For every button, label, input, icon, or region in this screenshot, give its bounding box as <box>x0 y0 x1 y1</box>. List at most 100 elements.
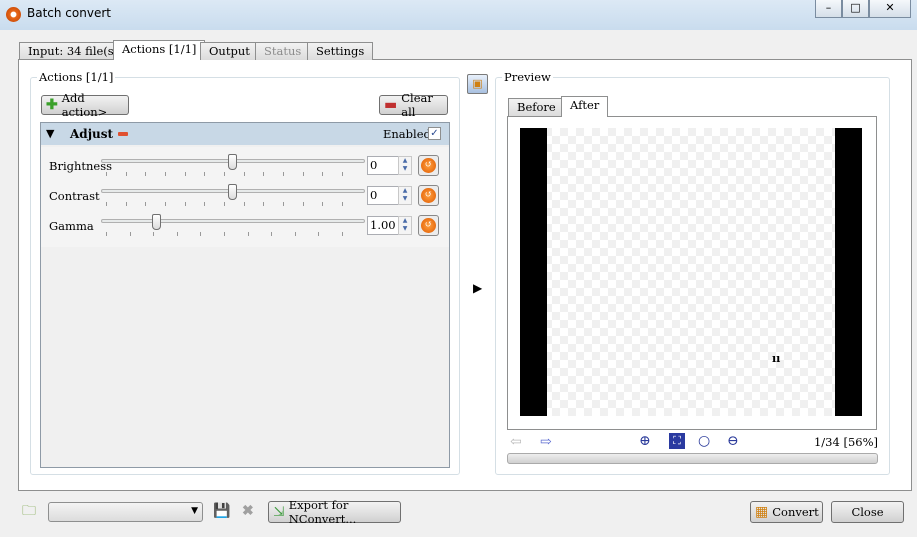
reset-icon: ↺ <box>421 218 436 233</box>
app-logo-icon <box>6 7 21 22</box>
brightness-input[interactable]: 0 <box>367 156 399 175</box>
slider-tick <box>247 232 249 236</box>
window-title: Batch convert <box>27 6 111 20</box>
slider-tick <box>263 172 265 176</box>
enabled-checkbox[interactable]: ✓ <box>428 127 441 140</box>
slider-label: Gamma <box>49 219 94 233</box>
clear-all-label: Clear all <box>401 91 433 119</box>
tab-status: Status <box>255 42 311 60</box>
slider-tick <box>165 172 166 176</box>
save-icon[interactable]: 💾 <box>213 503 230 519</box>
slider-tick <box>342 202 343 206</box>
preview-image-left-bar <box>520 128 547 416</box>
slider-tick <box>302 202 304 206</box>
slider-tick <box>283 202 284 206</box>
slider-tick <box>302 172 304 176</box>
open-folder-icon[interactable]: 🗀 <box>22 503 36 519</box>
slider-tick <box>184 202 186 206</box>
slider-tick <box>322 202 324 206</box>
expand-arrow-icon[interactable]: ▶ <box>473 281 482 295</box>
preview-overlay-text: ıı <box>772 352 781 365</box>
slider-tick <box>263 202 265 206</box>
reset-button[interactable]: ↺ <box>418 215 439 236</box>
export-nconvert-button[interactable]: ⇲ Export for NConvert... <box>268 498 401 526</box>
spinner[interactable]: ▲ ▼ <box>398 216 412 235</box>
preset-select[interactable]: ▼ <box>48 502 203 522</box>
slider-tick <box>342 232 343 236</box>
add-action-label: Add action> <box>61 91 108 119</box>
zoom-in-icon[interactable]: ⊕ <box>639 433 651 449</box>
collapse-icon[interactable]: ▼ <box>46 127 54 140</box>
close-window-button[interactable]: ✕ <box>869 0 911 18</box>
tab-actions[interactable]: Actions [1/1] <box>113 40 206 60</box>
slider-tick <box>125 172 127 176</box>
slider-tick <box>224 232 225 236</box>
preview-image-right-bar <box>835 128 862 416</box>
slider-thumb[interactable] <box>151 214 161 230</box>
slider-thumb[interactable] <box>228 154 237 170</box>
tab-settings[interactable]: Settings <box>307 42 374 60</box>
slider-tick <box>165 202 166 206</box>
slider-tick <box>106 232 107 236</box>
clear-icon: ▬ <box>384 97 398 113</box>
slider-tick <box>322 172 324 176</box>
contrast-input[interactable]: 0 <box>367 186 399 205</box>
tab-before[interactable]: Before <box>508 98 565 116</box>
enabled-label: Enabled <box>383 127 431 141</box>
slider-label: Contrast <box>49 189 100 203</box>
export-label: Export for NConvert... <box>288 498 357 526</box>
convert-label: Convert <box>772 505 819 519</box>
preview-image[interactable] <box>520 128 862 416</box>
previous-icon[interactable]: ⇦ <box>510 434 522 450</box>
toggle-preview-button[interactable]: ▣ <box>467 74 488 94</box>
minimize-button[interactable]: – <box>815 0 842 18</box>
slider-tick <box>106 172 107 176</box>
slider-tick <box>243 202 245 206</box>
zoom-actual-icon[interactable]: ○ <box>698 433 710 449</box>
slider-tick <box>129 232 131 236</box>
slider-tick <box>204 202 206 206</box>
slider-thumb[interactable] <box>228 184 237 200</box>
slider-tick <box>145 172 147 176</box>
tab-after[interactable]: After <box>561 96 609 117</box>
slider-tick <box>184 172 186 176</box>
slider-tick <box>224 172 225 176</box>
maximize-button[interactable]: □ <box>842 0 869 18</box>
fit-to-window-icon[interactable]: ⛶ <box>669 433 685 449</box>
actions-group-label: Actions [1/1] <box>37 70 116 84</box>
slider-tick <box>176 232 178 236</box>
gamma-input[interactable]: 1.00 <box>367 216 399 235</box>
add-icon: ✚ <box>46 97 58 113</box>
preview-group-label: Preview <box>502 70 553 84</box>
convert-icon: ▦ <box>755 504 769 520</box>
spinner[interactable]: ▲ ▼ <box>398 186 412 205</box>
slider-tick <box>125 202 127 206</box>
slider-tick <box>271 232 273 236</box>
convert-button[interactable]: ▦ Convert <box>750 501 823 523</box>
reset-icon: ↺ <box>421 158 436 173</box>
slider-tick <box>318 232 320 236</box>
reset-button[interactable]: ↺ <box>418 185 439 206</box>
chevron-down-icon: ▼ <box>191 506 198 516</box>
zoom-out-icon[interactable]: ⊖ <box>727 433 739 449</box>
delete-icon[interactable]: ✖ <box>242 503 254 519</box>
slider-tick <box>145 202 147 206</box>
export-icon: ⇲ <box>273 504 285 520</box>
adjust-title: Adjust <box>70 127 114 141</box>
preview-progress-bar <box>507 453 878 464</box>
tab-input[interactable]: Input: 34 file(s) <box>19 42 128 60</box>
close-button[interactable]: Close <box>831 501 904 523</box>
slider-tick <box>106 202 107 206</box>
tab-output[interactable]: Output <box>200 42 259 60</box>
spinner[interactable]: ▲ ▼ <box>398 156 412 175</box>
title-bar: Batch convert – □ ✕ <box>0 0 917 30</box>
clear-all-button[interactable]: ▬ Clear all <box>379 91 448 119</box>
next-icon[interactable]: ⇨ <box>540 434 552 450</box>
gamma-slider[interactable] <box>101 219 365 223</box>
reset-button[interactable]: ↺ <box>418 155 439 176</box>
remove-action-icon[interactable] <box>118 132 128 136</box>
slider-tick <box>283 172 284 176</box>
slider-tick <box>243 172 245 176</box>
add-action-button[interactable]: ✚ Add action> <box>41 91 129 119</box>
slider-tick <box>342 172 343 176</box>
